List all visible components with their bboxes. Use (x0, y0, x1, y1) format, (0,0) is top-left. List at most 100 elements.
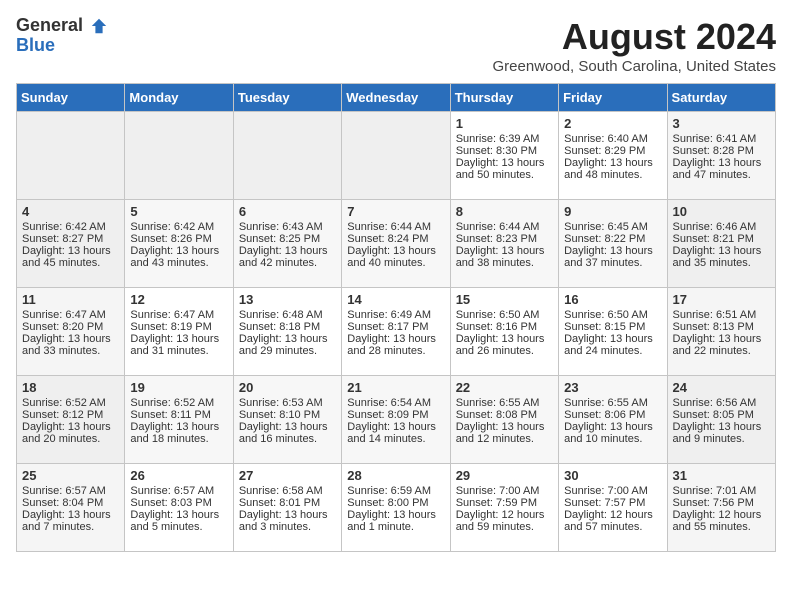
day-number: 25 (22, 468, 119, 483)
calendar-week-row: 25Sunrise: 6:57 AMSunset: 8:04 PMDayligh… (17, 464, 776, 552)
sunset-text: Sunset: 8:21 PM (673, 233, 754, 245)
daylight-text: Daylight: 13 hours and 42 minutes. (239, 245, 328, 269)
sunrise-text: Sunrise: 6:58 AM (239, 485, 323, 497)
daylight-text: Daylight: 13 hours and 7 minutes. (22, 509, 111, 533)
day-number: 11 (22, 292, 119, 307)
day-number: 21 (347, 380, 444, 395)
daylight-text: Daylight: 13 hours and 38 minutes. (456, 245, 545, 269)
sunset-text: Sunset: 8:29 PM (564, 145, 645, 157)
daylight-text: Daylight: 13 hours and 37 minutes. (564, 245, 653, 269)
sunset-text: Sunset: 7:56 PM (673, 497, 754, 509)
day-number: 12 (130, 292, 227, 307)
calendar-subtitle: Greenwood, South Carolina, United States (493, 58, 777, 75)
sunrise-text: Sunrise: 6:56 AM (673, 397, 757, 409)
sunset-text: Sunset: 8:17 PM (347, 321, 428, 333)
sunrise-text: Sunrise: 6:50 AM (564, 309, 648, 321)
sunrise-text: Sunrise: 6:50 AM (456, 309, 540, 321)
daylight-text: Daylight: 13 hours and 29 minutes. (239, 333, 328, 357)
calendar-week-row: 11Sunrise: 6:47 AMSunset: 8:20 PMDayligh… (17, 288, 776, 376)
column-header-sunday: Sunday (17, 84, 125, 112)
day-number: 6 (239, 204, 336, 219)
day-number: 15 (456, 292, 553, 307)
calendar-cell: 23Sunrise: 6:55 AMSunset: 8:06 PMDayligh… (559, 376, 667, 464)
sunrise-text: Sunrise: 6:40 AM (564, 133, 648, 145)
calendar-cell: 15Sunrise: 6:50 AMSunset: 8:16 PMDayligh… (450, 288, 558, 376)
calendar-cell: 4Sunrise: 6:42 AMSunset: 8:27 PMDaylight… (17, 200, 125, 288)
calendar-cell: 18Sunrise: 6:52 AMSunset: 8:12 PMDayligh… (17, 376, 125, 464)
sunrise-text: Sunrise: 6:44 AM (456, 221, 540, 233)
calendar-cell: 22Sunrise: 6:55 AMSunset: 8:08 PMDayligh… (450, 376, 558, 464)
logo-text-blue: Blue (16, 36, 108, 56)
sunrise-text: Sunrise: 6:47 AM (130, 309, 214, 321)
day-number: 10 (673, 204, 770, 219)
daylight-text: Daylight: 13 hours and 31 minutes. (130, 333, 219, 357)
sunrise-text: Sunrise: 6:42 AM (22, 221, 106, 233)
day-number: 27 (239, 468, 336, 483)
sunrise-text: Sunrise: 7:00 AM (564, 485, 648, 497)
logo-text-general: General (16, 15, 83, 35)
sunrise-text: Sunrise: 6:57 AM (130, 485, 214, 497)
calendar-week-row: 4Sunrise: 6:42 AMSunset: 8:27 PMDaylight… (17, 200, 776, 288)
sunset-text: Sunset: 8:03 PM (130, 497, 211, 509)
calendar-cell: 7Sunrise: 6:44 AMSunset: 8:24 PMDaylight… (342, 200, 450, 288)
day-number: 1 (456, 116, 553, 131)
calendar-cell: 13Sunrise: 6:48 AMSunset: 8:18 PMDayligh… (233, 288, 341, 376)
column-header-wednesday: Wednesday (342, 84, 450, 112)
sunrise-text: Sunrise: 6:42 AM (130, 221, 214, 233)
sunrise-text: Sunrise: 6:51 AM (673, 309, 757, 321)
daylight-text: Daylight: 13 hours and 47 minutes. (673, 157, 762, 181)
sunset-text: Sunset: 8:16 PM (456, 321, 537, 333)
sunrise-text: Sunrise: 6:43 AM (239, 221, 323, 233)
daylight-text: Daylight: 13 hours and 1 minute. (347, 509, 436, 533)
day-number: 2 (564, 116, 661, 131)
calendar-cell: 19 Sunrise: 6:52 AMSunset: 8:11 PMDayligh… (125, 376, 233, 464)
day-number: 20 (239, 380, 336, 395)
column-header-saturday: Saturday (667, 84, 775, 112)
daylight-text: Daylight: 13 hours and 18 minutes. (130, 421, 219, 445)
sunset-text: Sunset: 8:24 PM (347, 233, 428, 245)
calendar-cell: 14Sunrise: 6:49 AMSunset: 8:17 PMDayligh… (342, 288, 450, 376)
sunrise-text: Sunrise: 6:54 AM (347, 397, 431, 409)
daylight-text: Daylight: 13 hours and 28 minutes. (347, 333, 436, 357)
calendar-cell: 16Sunrise: 6:50 AMSunset: 8:15 PMDayligh… (559, 288, 667, 376)
day-number: 3 (673, 116, 770, 131)
column-header-monday: Monday (125, 84, 233, 112)
calendar-cell: 20Sunrise: 6:53 AMSunset: 8:10 PMDayligh… (233, 376, 341, 464)
day-number: 9 (564, 204, 661, 219)
daylight-text: Daylight: 13 hours and 10 minutes. (564, 421, 653, 445)
sunset-text: Sunset: 8:25 PM (239, 233, 320, 245)
sunrise-text: Sunrise: 6:57 AM (22, 485, 106, 497)
day-number: 16 (564, 292, 661, 307)
calendar-cell: 5Sunrise: 6:42 AMSunset: 8:26 PMDaylight… (125, 200, 233, 288)
day-number: 7 (347, 204, 444, 219)
day-number: 4 (22, 204, 119, 219)
sunset-text: Sunset: 8:08 PM (456, 409, 537, 421)
sunrise-text: Sunrise: 6:46 AM (673, 221, 757, 233)
daylight-text: Daylight: 13 hours and 40 minutes. (347, 245, 436, 269)
sunset-text: Sunset: 7:59 PM (456, 497, 537, 509)
day-number: 19 (130, 380, 227, 395)
sunrise-text: Sunrise: 6:52 AM (130, 397, 214, 409)
daylight-text: Daylight: 13 hours and 22 minutes. (673, 333, 762, 357)
page-header: General Blue August 2024 Greenwood, Sout… (16, 16, 776, 75)
sunset-text: Sunset: 8:11 PM (130, 409, 211, 421)
sunset-text: Sunset: 8:23 PM (456, 233, 537, 245)
calendar-cell: 25Sunrise: 6:57 AMSunset: 8:04 PMDayligh… (17, 464, 125, 552)
day-number: 23 (564, 380, 661, 395)
calendar-table: SundayMondayTuesdayWednesdayThursdayFrid… (16, 83, 776, 552)
calendar-cell (17, 112, 125, 200)
daylight-text: Daylight: 13 hours and 33 minutes. (22, 333, 111, 357)
daylight-text: Daylight: 12 hours and 55 minutes. (673, 509, 762, 533)
sunset-text: Sunset: 8:05 PM (673, 409, 754, 421)
sunrise-text: Sunrise: 6:45 AM (564, 221, 648, 233)
calendar-cell: 2Sunrise: 6:40 AMSunset: 8:29 PMDaylight… (559, 112, 667, 200)
daylight-text: Daylight: 13 hours and 43 minutes. (130, 245, 219, 269)
calendar-cell: 27Sunrise: 6:58 AMSunset: 8:01 PMDayligh… (233, 464, 341, 552)
day-number: 8 (456, 204, 553, 219)
calendar-cell (233, 112, 341, 200)
calendar-cell: 28Sunrise: 6:59 AMSunset: 8:00 PMDayligh… (342, 464, 450, 552)
sunset-text: Sunset: 8:10 PM (239, 409, 320, 421)
day-number: 5 (130, 204, 227, 219)
calendar-cell: 3Sunrise: 6:41 AMSunset: 8:28 PMDaylight… (667, 112, 775, 200)
sunrise-text: Sunrise: 6:47 AM (22, 309, 106, 321)
